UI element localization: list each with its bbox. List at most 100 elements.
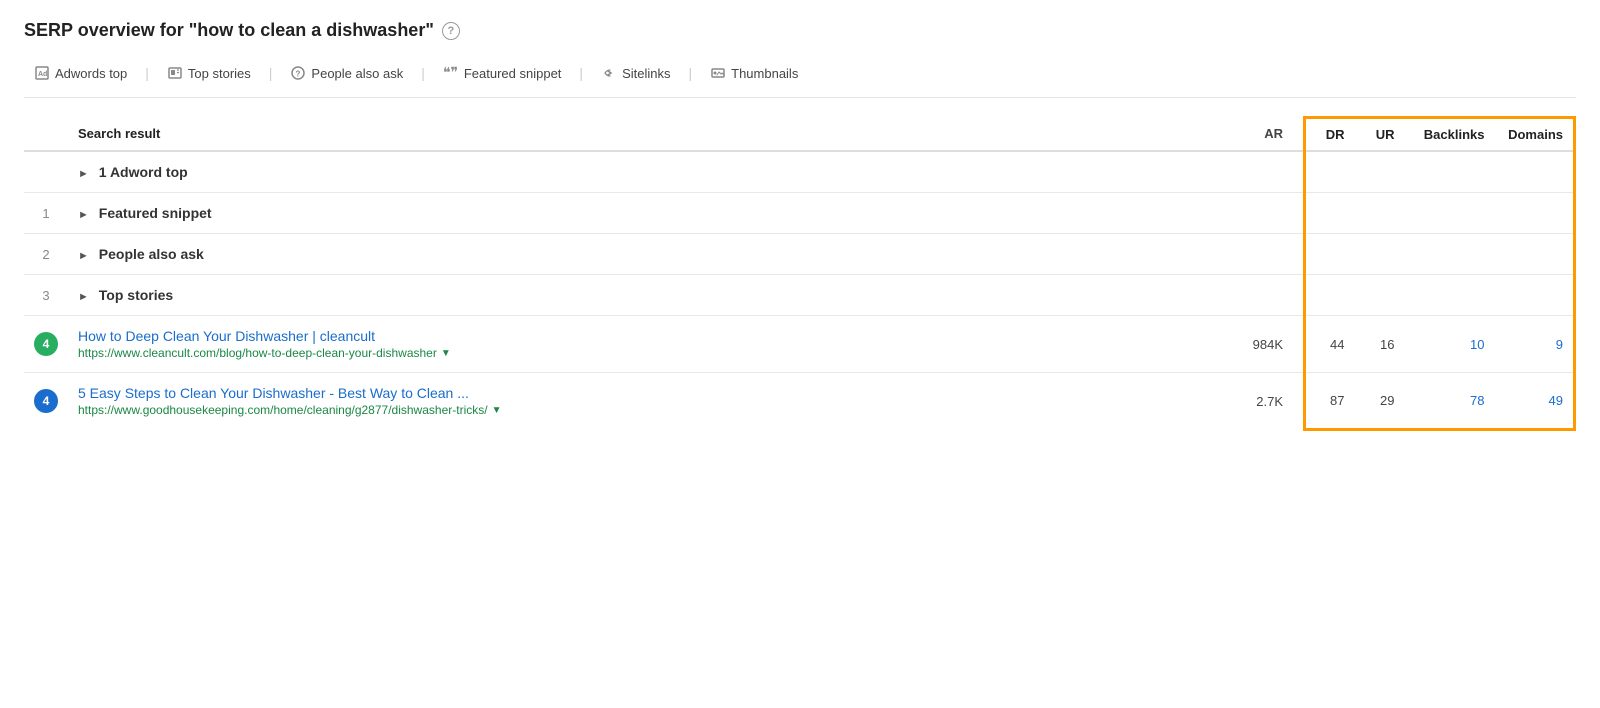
result-cell: How to Deep Clean Your Dishwasher | clea… xyxy=(68,316,1168,373)
table-row: 1 ► Featured snippet xyxy=(24,193,1575,234)
domains-cell xyxy=(1495,234,1575,275)
rank-cell: 3 xyxy=(24,275,68,316)
filter-thumbnails-label: Thumbnails xyxy=(731,66,798,81)
title-text: SERP overview for "how to clean a dishwa… xyxy=(24,20,434,41)
table-row: 3 ► Top stories xyxy=(24,275,1575,316)
backlinks-cell xyxy=(1405,234,1495,275)
ar-cell xyxy=(1168,275,1304,316)
thumbnails-icon xyxy=(710,65,726,81)
rank-badge: 4 xyxy=(34,389,58,413)
table-row: 4 How to Deep Clean Your Dishwasher | cl… xyxy=(24,316,1575,373)
filter-people-also-ask[interactable]: ? People also ask xyxy=(280,61,413,85)
dr-cell xyxy=(1305,151,1355,193)
table-row: ► 1 Adword top xyxy=(24,151,1575,193)
backlinks-cell[interactable]: 78 xyxy=(1405,373,1495,430)
table-row: 2 ► People also ask xyxy=(24,234,1575,275)
backlinks-cell[interactable]: 10 xyxy=(1405,316,1495,373)
domains-cell xyxy=(1495,193,1575,234)
col-header-ur: UR xyxy=(1355,118,1405,152)
ar-cell: 2.7K xyxy=(1168,373,1304,430)
rank-cell: 1 xyxy=(24,193,68,234)
col-header-domains: Domains xyxy=(1495,118,1575,152)
ar-cell xyxy=(1168,151,1304,193)
ur-cell: 16 xyxy=(1355,316,1405,373)
serp-filters: Ad Adwords top | Top stories | ? People … xyxy=(24,61,1576,98)
dr-cell xyxy=(1305,234,1355,275)
rank-badge: 4 xyxy=(34,332,58,356)
adwords-icon: Ad xyxy=(34,65,50,81)
table-row: 4 5 Easy Steps to Clean Your Dishwasher … xyxy=(24,373,1575,430)
result-url-text: https://www.cleancult.com/blog/how-to-de… xyxy=(78,346,437,360)
filter-sitelinks[interactable]: Sitelinks xyxy=(591,61,680,85)
group-label: People also ask xyxy=(99,246,204,262)
col-header-dr: DR xyxy=(1305,118,1355,152)
filter-thumbnails[interactable]: Thumbnails xyxy=(700,61,808,85)
col-header-rank xyxy=(24,118,68,152)
filter-people-also-ask-label: People also ask xyxy=(311,66,403,81)
filter-divider-3: | xyxy=(421,65,425,81)
filter-adwords-label: Adwords top xyxy=(55,66,127,81)
expand-arrow[interactable]: ► xyxy=(78,168,89,180)
filter-sitelinks-label: Sitelinks xyxy=(622,66,670,81)
expand-arrow[interactable]: ► xyxy=(78,291,89,303)
url-dropdown-icon[interactable]: ▼ xyxy=(492,405,502,416)
result-cell: 5 Easy Steps to Clean Your Dishwasher - … xyxy=(68,373,1168,430)
filter-featured-snippet[interactable]: ❝❞ Featured snippet xyxy=(433,61,572,85)
expand-arrow[interactable]: ► xyxy=(78,250,89,262)
rank-cell: 2 xyxy=(24,234,68,275)
domains-cell xyxy=(1495,151,1575,193)
ur-cell xyxy=(1355,193,1405,234)
filter-divider-1: | xyxy=(145,65,149,81)
col-header-backlinks: Backlinks xyxy=(1405,118,1495,152)
ur-cell xyxy=(1355,151,1405,193)
backlinks-cell xyxy=(1405,151,1495,193)
filter-top-stories[interactable]: Top stories xyxy=(157,61,261,85)
svg-text:Ad: Ad xyxy=(38,71,47,78)
page-title: SERP overview for "how to clean a dishwa… xyxy=(24,20,1576,41)
result-title-link[interactable]: 5 Easy Steps to Clean Your Dishwasher - … xyxy=(78,385,1158,401)
ar-cell xyxy=(1168,193,1304,234)
domains-cell[interactable]: 49 xyxy=(1495,373,1575,430)
rank-cell xyxy=(24,151,68,193)
dr-cell: 87 xyxy=(1305,373,1355,430)
filter-adwords-top[interactable]: Ad Adwords top xyxy=(24,61,137,85)
filter-divider-2: | xyxy=(269,65,273,81)
svg-text:❝❞: ❝❞ xyxy=(443,66,458,80)
people-also-ask-icon: ? xyxy=(290,65,306,81)
expand-arrow[interactable]: ► xyxy=(78,209,89,221)
ar-cell: 984K xyxy=(1168,316,1304,373)
result-cell: ► 1 Adword top xyxy=(68,151,1168,193)
ur-cell xyxy=(1355,275,1405,316)
url-dropdown-icon[interactable]: ▼ xyxy=(441,348,451,359)
group-label: Featured snippet xyxy=(99,205,212,221)
ur-cell: 29 xyxy=(1355,373,1405,430)
filter-top-stories-label: Top stories xyxy=(188,66,251,81)
result-cell: ► Top stories xyxy=(68,275,1168,316)
dr-cell: 44 xyxy=(1305,316,1355,373)
ur-cell xyxy=(1355,234,1405,275)
result-title-link[interactable]: How to Deep Clean Your Dishwasher | clea… xyxy=(78,328,1158,344)
svg-text:?: ? xyxy=(296,70,301,79)
col-header-ar: AR xyxy=(1168,118,1304,152)
result-cell: ► Featured snippet xyxy=(68,193,1168,234)
domains-cell xyxy=(1495,275,1575,316)
dr-cell xyxy=(1305,275,1355,316)
rank-cell: 4 xyxy=(24,316,68,373)
ar-cell xyxy=(1168,234,1304,275)
help-icon[interactable]: ? xyxy=(442,22,460,40)
filter-divider-5: | xyxy=(688,65,692,81)
sitelinks-icon xyxy=(601,65,617,81)
group-label: 1 Adword top xyxy=(99,164,188,180)
group-label: Top stories xyxy=(99,287,173,303)
domains-cell[interactable]: 9 xyxy=(1495,316,1575,373)
featured-snippet-icon: ❝❞ xyxy=(443,65,459,81)
filter-featured-snippet-label: Featured snippet xyxy=(464,66,562,81)
filter-divider-4: | xyxy=(579,65,583,81)
result-url-text: https://www.goodhousekeeping.com/home/cl… xyxy=(78,403,488,417)
rank-cell: 4 xyxy=(24,373,68,430)
top-stories-icon xyxy=(167,65,183,81)
backlinks-cell xyxy=(1405,193,1495,234)
dr-cell xyxy=(1305,193,1355,234)
backlinks-cell xyxy=(1405,275,1495,316)
result-cell: ► People also ask xyxy=(68,234,1168,275)
